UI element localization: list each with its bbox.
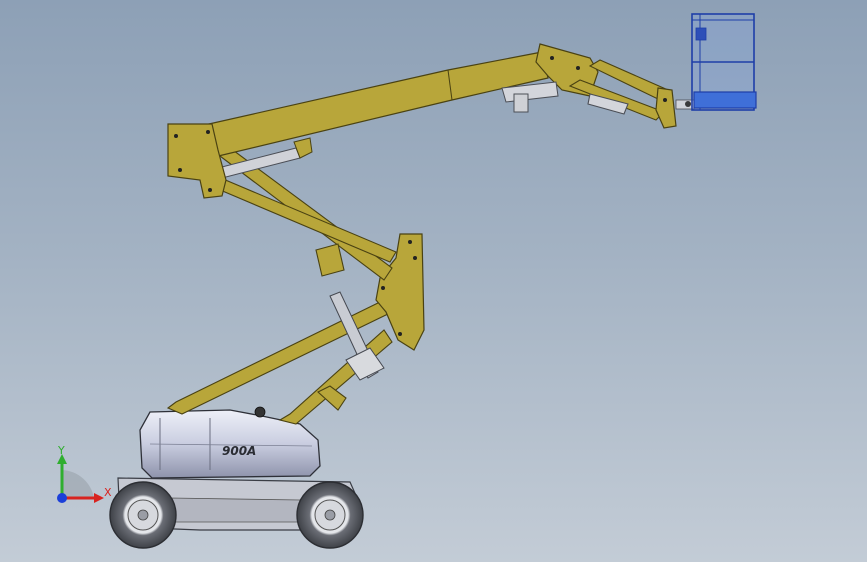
y-axis-label: Y — [57, 444, 65, 457]
x-axis-label: X — [104, 486, 112, 499]
boom-lift-model[interactable]: 900A Y X — [0, 0, 867, 562]
rear-wheel — [109, 481, 177, 549]
model-label: 900A — [222, 444, 256, 458]
front-wheel — [296, 481, 364, 549]
jib-head — [655, 87, 695, 129]
cad-viewport[interactable]: 900A Y X — [0, 0, 867, 562]
middle-boom — [204, 141, 397, 281]
upper-boom — [199, 51, 549, 159]
coordinate-triad: Y X — [57, 444, 112, 503]
platform-basket — [691, 13, 757, 111]
